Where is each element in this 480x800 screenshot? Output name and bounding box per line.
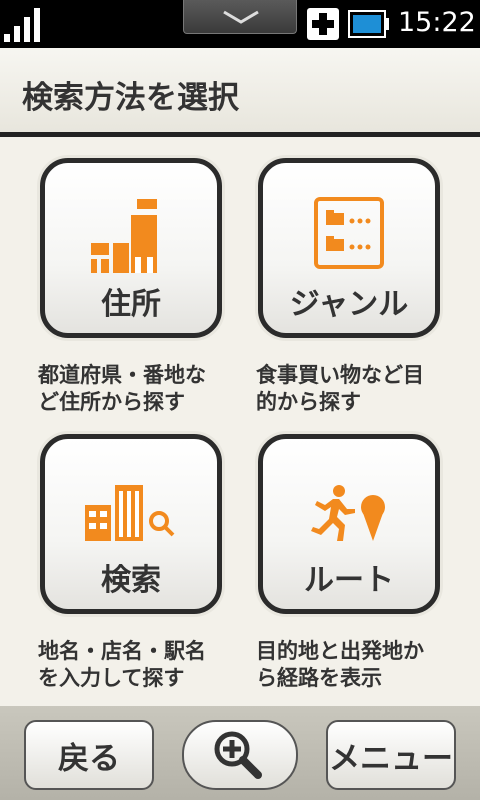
route-runner-icon: [311, 485, 385, 541]
notification-pull-tab[interactable]: [183, 0, 297, 34]
genre-list-icon: [314, 197, 384, 269]
title-bar: 検索方法を選択: [0, 48, 480, 137]
description-line: 目的地と出発地か: [256, 639, 424, 663]
route-search-button[interactable]: ルート: [258, 434, 440, 614]
description-line: ら経路を表示: [256, 666, 382, 690]
status-bar: 15:22: [0, 0, 480, 48]
address-search-button[interactable]: 住所: [40, 158, 222, 338]
keyword-description: 地名・店名・駅名 を入力して探す: [38, 638, 238, 692]
description-line: 都道府県・番地な: [38, 363, 206, 387]
description-line: 地名・店名・駅名: [38, 639, 206, 663]
back-button[interactable]: 戻る: [24, 720, 154, 790]
page-title: 検索方法を選択: [22, 80, 239, 116]
tile-label: 検索: [101, 563, 161, 598]
route-description: 目的地と出発地か ら経路を表示: [256, 638, 456, 692]
description-line: を入力して探す: [38, 666, 185, 690]
address-description: 都道府県・番地な ど住所から探す: [38, 362, 238, 416]
bottom-bar: 戻る メニュー: [0, 706, 480, 800]
building-search-icon: [85, 485, 175, 541]
menu-button[interactable]: メニュー: [326, 720, 456, 790]
keyword-search-button[interactable]: 検索: [40, 434, 222, 614]
description-line: 食事買い物など目: [256, 363, 424, 387]
signal-icon: [4, 8, 40, 42]
notification-pull-icon: [223, 10, 259, 24]
description-line: 的から探す: [256, 390, 361, 414]
zoom-in-button[interactable]: [182, 720, 298, 790]
tile-label: ルート: [304, 563, 394, 598]
buildings-icon: [91, 199, 157, 273]
tile-label: ジャンル: [289, 287, 409, 322]
zoom-in-icon: [214, 731, 262, 779]
description-line: ど住所から探す: [38, 390, 185, 414]
clock: 15:22: [398, 7, 476, 38]
genre-search-button[interactable]: ジャンル: [258, 158, 440, 338]
plus-icon: [307, 8, 339, 40]
genre-description: 食事買い物など目 的から探す: [256, 362, 456, 416]
battery-icon: [348, 10, 389, 38]
tile-label: 住所: [101, 287, 161, 322]
